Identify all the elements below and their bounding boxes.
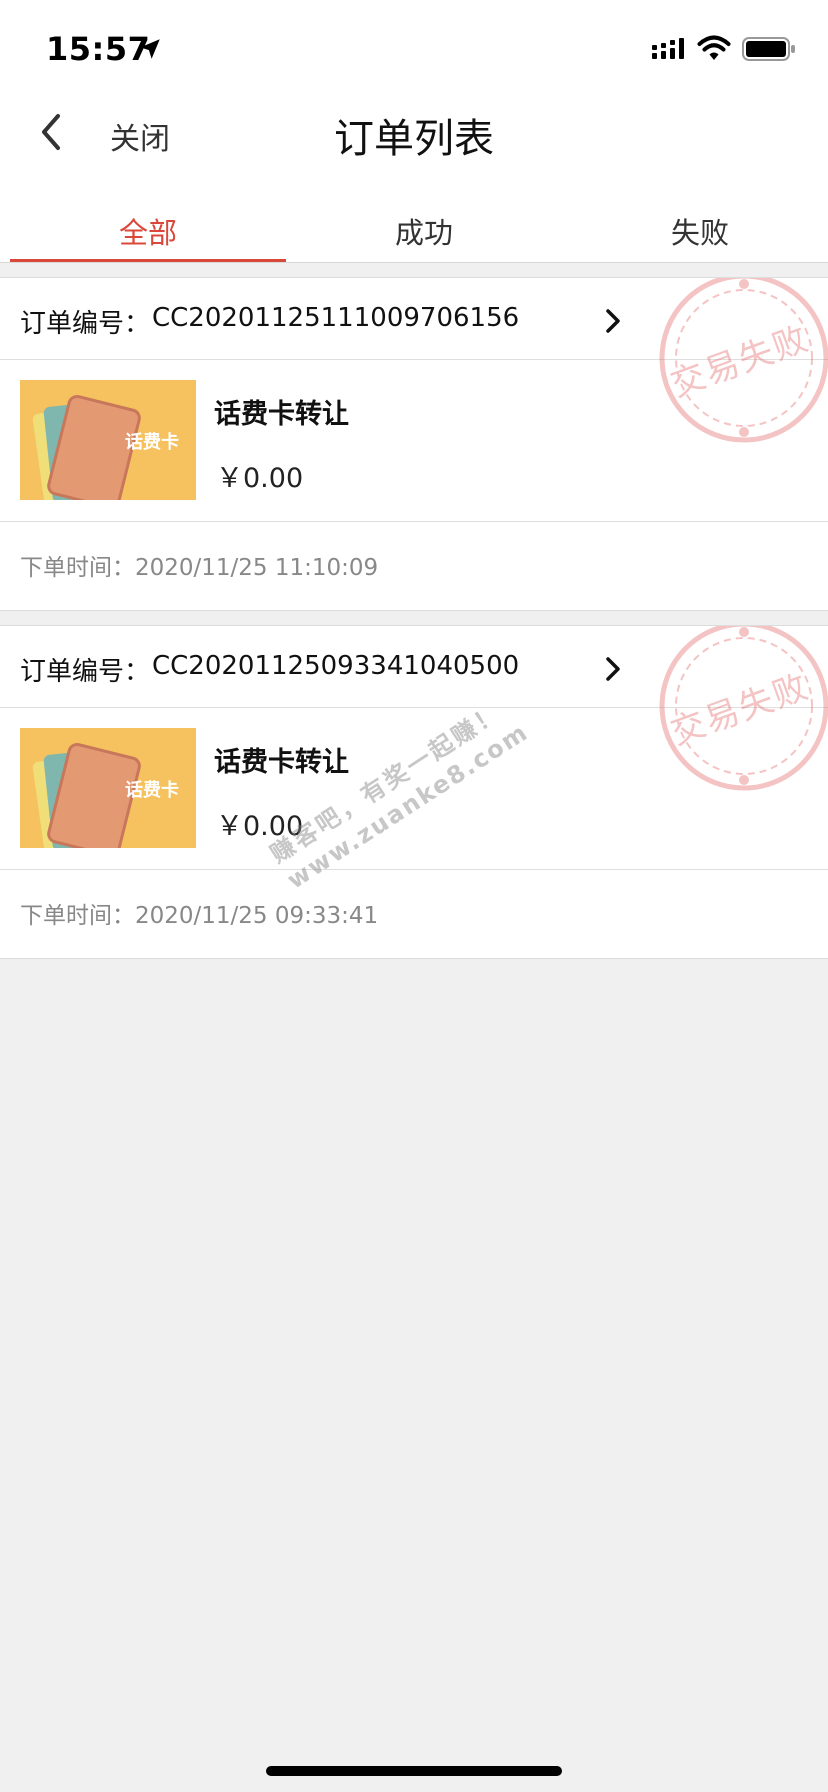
item-divider	[0, 869, 828, 870]
order-card[interactable]: 订单编号： CC20201125093341040500 交易失败 话费卡 话费…	[0, 625, 828, 959]
page-title: 订单列表	[334, 116, 494, 162]
wifi-icon	[697, 35, 731, 60]
tab-all[interactable]: 全部	[10, 210, 286, 252]
product-price: ￥0.00	[216, 463, 304, 494]
order-number-label: 订单编号：	[20, 309, 151, 339]
order-card[interactable]: 订单编号： CC20201125111009706156 交易失败 话费卡 话费…	[0, 277, 828, 611]
location-arrow-icon	[140, 39, 160, 59]
order-time: 下单时间：2020/11/25 11:10:09	[20, 555, 379, 581]
order-number: CC20201125111009706156	[152, 303, 520, 333]
product-price: ￥0.00	[216, 811, 304, 842]
tabs-divider	[0, 262, 828, 263]
item-divider	[0, 521, 828, 522]
chevron-right-icon[interactable]	[603, 654, 623, 684]
order-time: 下单时间：2020/11/25 09:33:41	[20, 903, 379, 929]
order-number-label: 订单编号：	[20, 657, 151, 687]
home-indicator	[266, 1766, 562, 1776]
thumbnail-label: 话费卡	[125, 780, 179, 801]
product-thumbnail: 话费卡	[20, 380, 196, 510]
product-name: 话费卡转让	[214, 399, 349, 430]
status-time: 15:57	[46, 30, 151, 68]
tab-failed[interactable]: 失败	[562, 210, 828, 252]
failed-stamp: 交易失败	[654, 626, 828, 796]
product-name: 话费卡转让	[214, 747, 349, 778]
product-thumbnail: 话费卡	[20, 728, 196, 858]
battery-icon	[742, 37, 795, 61]
failed-stamp: 交易失败	[654, 278, 828, 448]
chevron-right-icon[interactable]	[603, 306, 623, 336]
tab-success[interactable]: 成功	[286, 210, 562, 252]
order-number: CC20201125093341040500	[152, 651, 520, 681]
cellular-signal-icon	[652, 38, 684, 59]
thumbnail-label: 话费卡	[125, 432, 179, 453]
